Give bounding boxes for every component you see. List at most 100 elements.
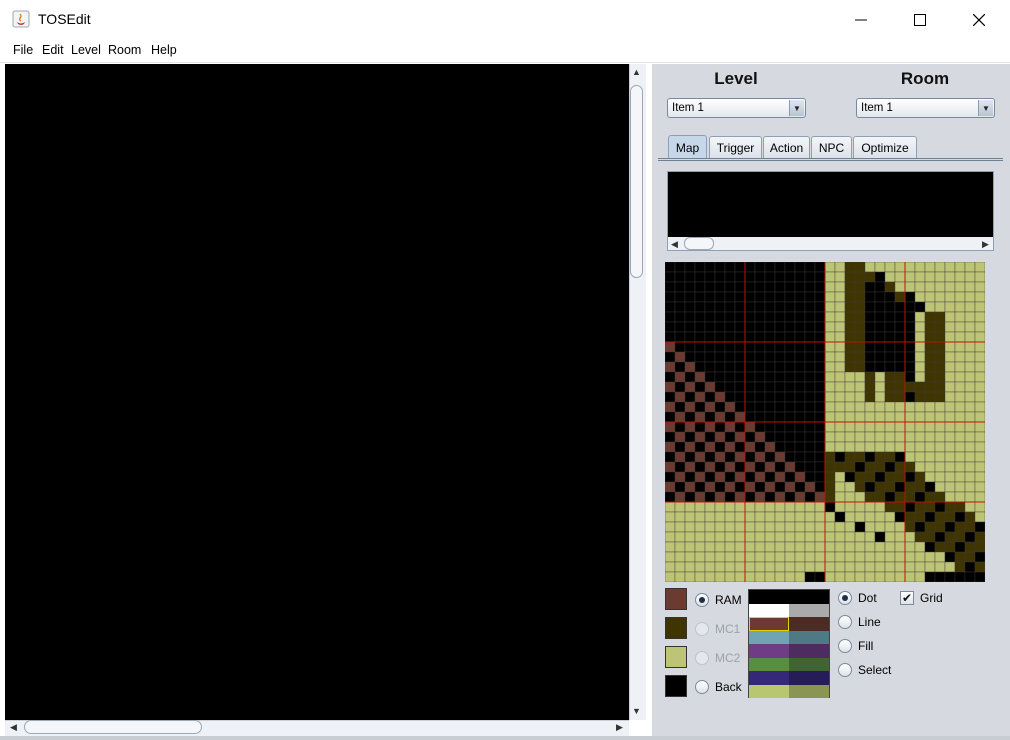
pixel-cell[interactable] xyxy=(944,271,956,283)
pixel-cell[interactable] xyxy=(674,271,686,283)
pixel-cell[interactable] xyxy=(924,571,936,582)
pixel-cell[interactable] xyxy=(814,301,826,313)
pixel-cell[interactable] xyxy=(824,262,836,273)
pixel-cell[interactable] xyxy=(804,511,816,523)
pixel-cell[interactable] xyxy=(674,301,686,313)
pixel-cell[interactable] xyxy=(884,531,896,543)
pixel-cell[interactable] xyxy=(974,491,985,503)
pixel-cell[interactable] xyxy=(724,262,736,273)
pixel-cell[interactable] xyxy=(954,461,966,473)
pixel-cell[interactable] xyxy=(824,521,836,533)
pixel-cell[interactable] xyxy=(864,561,876,573)
pixel-cell[interactable] xyxy=(834,471,846,483)
pixel-cell[interactable] xyxy=(844,491,856,503)
palette-color-cell[interactable] xyxy=(749,671,789,685)
palette-color-cell[interactable] xyxy=(789,684,829,698)
pixel-cell[interactable] xyxy=(754,561,766,573)
pixel-cell[interactable] xyxy=(914,551,926,563)
pixel-cell[interactable] xyxy=(974,331,985,343)
pixel-cell[interactable] xyxy=(934,371,946,383)
pixel-cell[interactable] xyxy=(714,411,726,423)
pixel-cell[interactable] xyxy=(904,371,916,383)
pixel-cell[interactable] xyxy=(824,361,836,373)
pixel-cell[interactable] xyxy=(704,571,716,582)
pixel-cell[interactable] xyxy=(774,361,786,373)
pixel-cell[interactable] xyxy=(714,571,726,582)
pixel-cell[interactable] xyxy=(684,401,696,413)
pixel-cell[interactable] xyxy=(854,531,866,543)
pixel-cell[interactable] xyxy=(874,441,886,453)
pixel-cell[interactable] xyxy=(764,281,776,293)
pixel-cell[interactable] xyxy=(934,511,946,523)
pixel-cell[interactable] xyxy=(814,351,826,363)
pixel-cell[interactable] xyxy=(944,391,956,403)
pixel-cell[interactable] xyxy=(665,551,676,563)
pixel-cell[interactable] xyxy=(934,341,946,353)
pixel-cell[interactable] xyxy=(694,281,706,293)
pixel-cell[interactable] xyxy=(764,421,776,433)
pixel-cell[interactable] xyxy=(944,281,956,293)
pixel-cell[interactable] xyxy=(714,531,726,543)
pixel-cell[interactable] xyxy=(764,541,776,553)
pixel-cell[interactable] xyxy=(804,521,816,533)
pixel-cell[interactable] xyxy=(944,361,956,373)
pixel-cell[interactable] xyxy=(974,381,985,393)
pixel-cell[interactable] xyxy=(854,381,866,393)
pixel-cell[interactable] xyxy=(704,421,716,433)
pixel-cell[interactable] xyxy=(894,331,906,343)
pixel-cell[interactable] xyxy=(704,501,716,513)
pixel-cell[interactable] xyxy=(784,351,796,363)
pixel-cell[interactable] xyxy=(894,501,906,513)
pixel-cell[interactable] xyxy=(665,341,676,353)
pixel-cell[interactable] xyxy=(844,301,856,313)
pixel-cell[interactable] xyxy=(764,551,776,563)
pixel-cell[interactable] xyxy=(904,541,916,553)
pixel-cell[interactable] xyxy=(734,531,746,543)
pixel-cell[interactable] xyxy=(694,351,706,363)
pixel-cell[interactable] xyxy=(674,331,686,343)
pixel-cell[interactable] xyxy=(904,521,916,533)
pixel-cell[interactable] xyxy=(704,551,716,563)
pixel-cell[interactable] xyxy=(804,431,816,443)
pixel-cell[interactable] xyxy=(884,401,896,413)
pixel-cell[interactable] xyxy=(714,301,726,313)
pixel-cell[interactable] xyxy=(924,511,936,523)
pixel-cell[interactable] xyxy=(694,511,706,523)
pixel-cell[interactable] xyxy=(724,371,736,383)
pixel-cell[interactable] xyxy=(974,471,985,483)
pixel-cell[interactable] xyxy=(864,371,876,383)
pixel-cell[interactable] xyxy=(665,262,676,273)
pixel-cell[interactable] xyxy=(914,491,926,503)
pixel-cell[interactable] xyxy=(854,471,866,483)
pixel-cell[interactable] xyxy=(684,301,696,313)
pixel-cell[interactable] xyxy=(954,561,966,573)
pixel-cell[interactable] xyxy=(814,471,826,483)
pixel-cell[interactable] xyxy=(844,461,856,473)
pixel-cell[interactable] xyxy=(904,451,916,463)
pixel-cell[interactable] xyxy=(864,441,876,453)
pixel-cell[interactable] xyxy=(874,262,886,273)
pixel-cell[interactable] xyxy=(674,291,686,303)
pixel-cell[interactable] xyxy=(684,431,696,443)
pixel-cell[interactable] xyxy=(904,401,916,413)
scroll-right-arrow-icon[interactable]: ▶ xyxy=(982,239,989,250)
pixel-cell[interactable] xyxy=(794,291,806,303)
pixel-cell[interactable] xyxy=(884,541,896,553)
pixel-cell[interactable] xyxy=(924,411,936,423)
pixel-cell[interactable] xyxy=(854,561,866,573)
pixel-cell[interactable] xyxy=(924,321,936,333)
pixel-cell[interactable] xyxy=(874,571,886,582)
pixel-cell[interactable] xyxy=(754,521,766,533)
pixel-cell[interactable] xyxy=(804,351,816,363)
pixel-cell[interactable] xyxy=(894,451,906,463)
pixel-cell[interactable] xyxy=(684,491,696,503)
pixel-cell[interactable] xyxy=(864,421,876,433)
pixel-cell[interactable] xyxy=(665,401,676,413)
pixel-cell[interactable] xyxy=(874,381,886,393)
pixel-cell[interactable] xyxy=(814,311,826,323)
pixel-cell[interactable] xyxy=(964,521,976,533)
pixel-cell[interactable] xyxy=(974,351,985,363)
pixel-cell[interactable] xyxy=(704,491,716,503)
pixel-cell[interactable] xyxy=(824,321,836,333)
pixel-cell[interactable] xyxy=(934,331,946,343)
